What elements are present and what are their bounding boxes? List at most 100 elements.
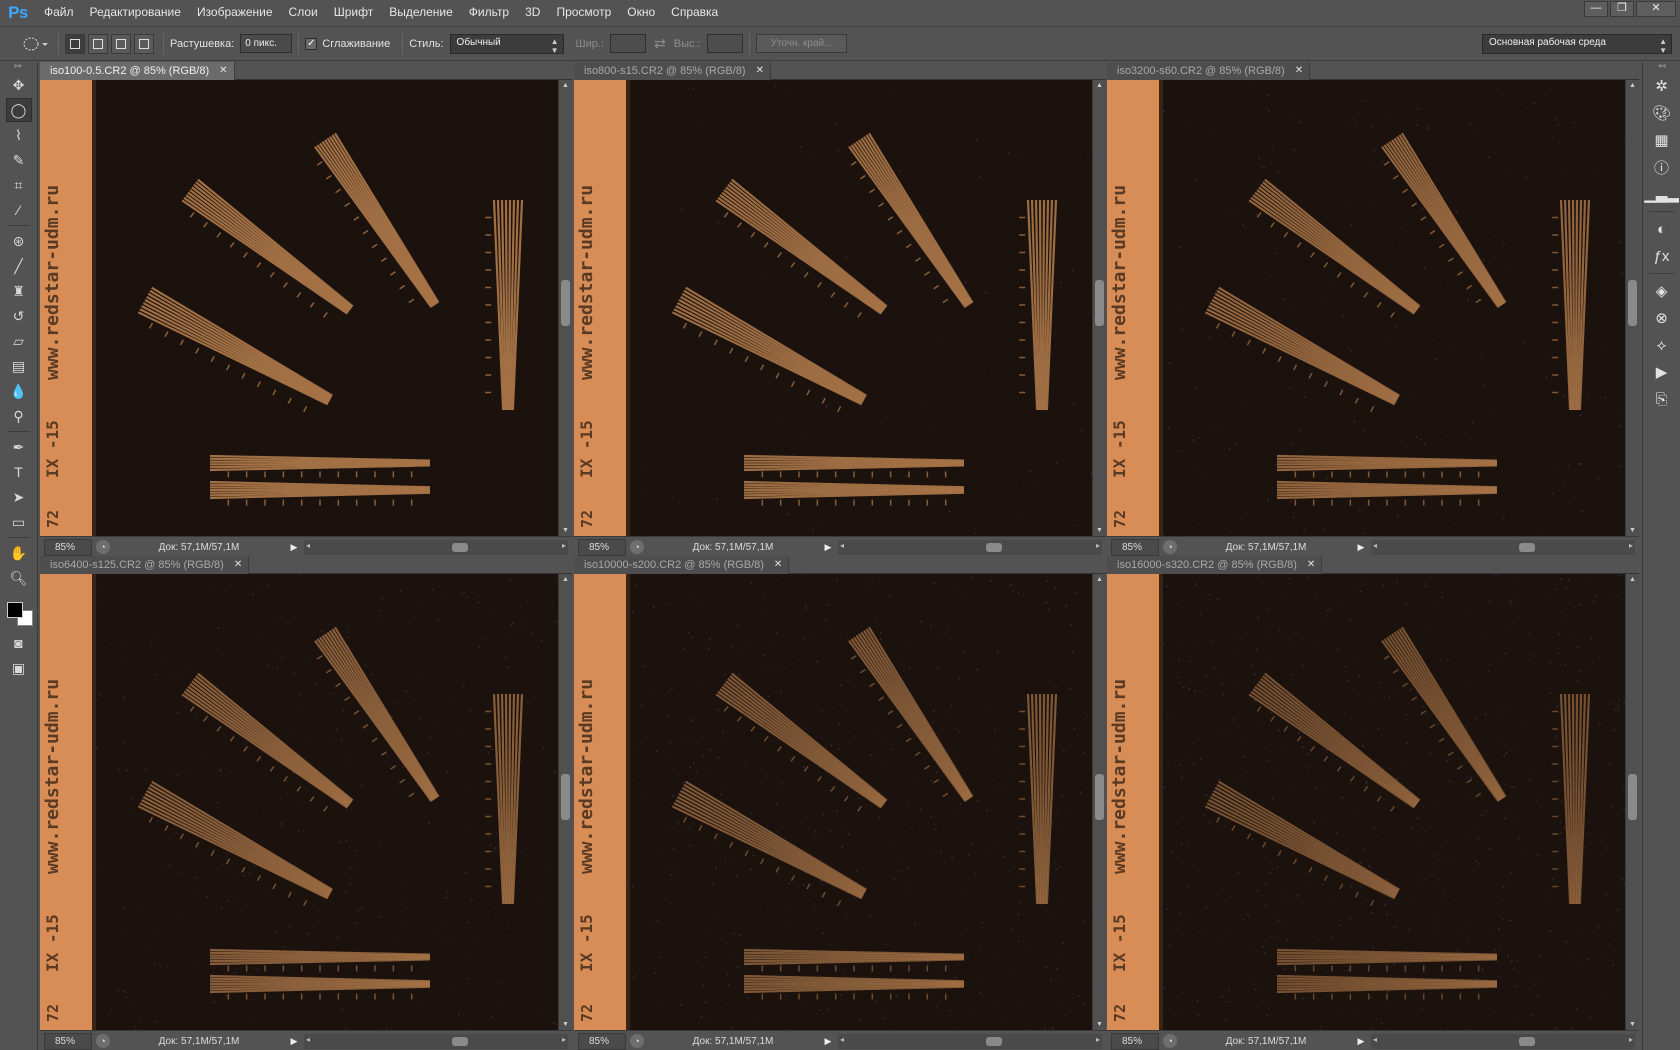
scroll-thumb[interactable] bbox=[1095, 774, 1104, 820]
zoom-level[interactable]: 85% bbox=[578, 1032, 626, 1050]
height-input[interactable] bbox=[706, 34, 743, 53]
gradient-icon[interactable]: ▤ bbox=[6, 354, 32, 378]
subtract-selection-button[interactable] bbox=[111, 33, 131, 54]
scroll-right-icon[interactable]: ▸ bbox=[562, 1035, 566, 1044]
quick-mask-icon[interactable]: ◙ bbox=[6, 631, 32, 655]
status-info-icon[interactable]: ◔ bbox=[96, 1034, 110, 1048]
scroll-up-icon[interactable]: ▲ bbox=[562, 82, 569, 89]
scroll-right-icon[interactable]: ▸ bbox=[1096, 1035, 1100, 1044]
menu-view[interactable]: Просмотр bbox=[548, 0, 619, 25]
scroll-down-icon[interactable]: ▼ bbox=[562, 527, 569, 534]
scroll-down-icon[interactable]: ▼ bbox=[562, 1021, 569, 1028]
scroll-left-icon[interactable]: ◂ bbox=[840, 1035, 844, 1044]
scroll-thumb[interactable] bbox=[1519, 542, 1535, 552]
zoom-level[interactable]: 85% bbox=[44, 1032, 92, 1050]
close-tab-icon[interactable]: ✕ bbox=[234, 559, 242, 570]
panel-collapse-icon[interactable]: ▸▸ bbox=[0, 62, 37, 72]
scroll-up-icon[interactable]: ▲ bbox=[1629, 576, 1636, 583]
image-canvas[interactable]: www.redstar-udm.ru IX -15 72 bbox=[574, 574, 1092, 1030]
brush-icon[interactable]: ╱ bbox=[6, 254, 32, 278]
scroll-thumb[interactable] bbox=[452, 1036, 468, 1046]
spot-healing-icon[interactable]: ⊛ bbox=[6, 229, 32, 253]
panel-expand-icon[interactable]: ◂◂ bbox=[1643, 62, 1680, 72]
document-tab[interactable]: iso10000-s200.CR2 @ 85% (RGB/8) ✕ bbox=[574, 555, 790, 574]
scroll-thumb[interactable] bbox=[986, 1036, 1002, 1046]
blur-icon[interactable]: 💧 bbox=[6, 379, 32, 403]
polygonal-lasso-icon[interactable]: ⌇ bbox=[6, 123, 32, 147]
minimize-button[interactable]: — bbox=[1584, 1, 1608, 17]
horizontal-scrollbar[interactable]: ◂ ▸ bbox=[304, 1033, 568, 1049]
scroll-thumb[interactable] bbox=[1628, 280, 1637, 326]
color-icon[interactable]: 🎨︎ bbox=[1648, 100, 1676, 126]
crop-icon[interactable]: ⌗ bbox=[6, 173, 32, 197]
close-tab-icon[interactable]: ✕ bbox=[756, 65, 764, 76]
scroll-right-icon[interactable]: ▸ bbox=[1629, 541, 1633, 550]
scroll-left-icon[interactable]: ◂ bbox=[306, 541, 310, 550]
status-menu-icon[interactable]: ▶ bbox=[1355, 542, 1367, 553]
scroll-thumb[interactable] bbox=[1095, 280, 1104, 326]
paths-icon[interactable]: ⟡ bbox=[1648, 332, 1676, 358]
histogram-icon[interactable]: ▁▃▂ bbox=[1644, 181, 1679, 207]
adjustments-icon[interactable]: ◐ bbox=[1648, 216, 1676, 242]
scroll-right-icon[interactable]: ▸ bbox=[1629, 1035, 1633, 1044]
zoom-level[interactable]: 85% bbox=[578, 538, 626, 556]
vertical-scrollbar[interactable]: ▲ ▼ bbox=[558, 80, 572, 536]
scroll-down-icon[interactable]: ▼ bbox=[1096, 527, 1103, 534]
clone-stamp-icon[interactable]: ♜ bbox=[6, 279, 32, 303]
menu-window[interactable]: Окно bbox=[619, 0, 663, 25]
menu-file[interactable]: Файл bbox=[36, 0, 82, 25]
scroll-thumb[interactable] bbox=[1519, 1036, 1535, 1046]
workspace-select[interactable]: Основная рабочая среда ▲ ▼ bbox=[1482, 33, 1672, 55]
image-canvas[interactable]: www.redstar-udm.ru IX -15 72 bbox=[40, 80, 558, 536]
tool-preset-picker[interactable] bbox=[18, 32, 52, 56]
navigator-icon[interactable]: ✲ bbox=[1648, 73, 1676, 99]
swap-dimensions-icon[interactable]: ⇄ bbox=[654, 35, 666, 52]
menu-help[interactable]: Справка bbox=[663, 0, 726, 25]
eyedropper-icon[interactable]: ⁄ bbox=[6, 198, 32, 222]
zoom-icon[interactable]: 🔍︎ bbox=[6, 566, 32, 590]
rectangle-shape-icon[interactable]: ▭ bbox=[6, 510, 32, 534]
scroll-left-icon[interactable]: ◂ bbox=[306, 1035, 310, 1044]
scroll-left-icon[interactable]: ◂ bbox=[1373, 541, 1377, 550]
info-icon[interactable]: ⓘ bbox=[1648, 154, 1676, 180]
scroll-thumb[interactable] bbox=[986, 542, 1002, 552]
vertical-scrollbar[interactable]: ▲ ▼ bbox=[558, 574, 572, 1030]
status-menu-icon[interactable]: ▶ bbox=[288, 1036, 300, 1047]
scroll-down-icon[interactable]: ▼ bbox=[1629, 1021, 1636, 1028]
antialias-checkbox[interactable]: ✓ bbox=[305, 37, 318, 50]
horizontal-scrollbar[interactable]: ◂ ▸ bbox=[838, 539, 1102, 555]
scroll-right-icon[interactable]: ▸ bbox=[1096, 541, 1100, 550]
image-canvas[interactable]: www.redstar-udm.ru IX -15 72 bbox=[574, 80, 1092, 536]
move-tool-icon[interactable]: ✥ bbox=[6, 73, 32, 97]
zoom-level[interactable]: 85% bbox=[1111, 538, 1159, 556]
vertical-scrollbar[interactable]: ▲ ▼ bbox=[1625, 80, 1639, 536]
scroll-right-icon[interactable]: ▸ bbox=[562, 541, 566, 550]
history-icon[interactable]: ⎘ bbox=[1648, 386, 1676, 412]
scroll-up-icon[interactable]: ▲ bbox=[1096, 576, 1103, 583]
menu-filter[interactable]: Фильтр bbox=[461, 0, 517, 25]
feather-input[interactable] bbox=[240, 34, 293, 53]
document-tab[interactable]: iso3200-s60.CR2 @ 85% (RGB/8) ✕ bbox=[1107, 61, 1311, 80]
scroll-up-icon[interactable]: ▲ bbox=[562, 576, 569, 583]
status-info-icon[interactable]: ◔ bbox=[630, 1034, 644, 1048]
quick-selection-icon[interactable]: ✎ bbox=[6, 148, 32, 172]
horizontal-scrollbar[interactable]: ◂ ▸ bbox=[1371, 539, 1635, 555]
menu-type[interactable]: Шрифт bbox=[326, 0, 381, 25]
color-swatches[interactable] bbox=[4, 596, 34, 630]
dodge-icon[interactable]: ⚲ bbox=[6, 404, 32, 428]
swatches-icon[interactable]: ▦ bbox=[1648, 127, 1676, 153]
new-selection-button[interactable] bbox=[65, 33, 85, 54]
eraser-icon[interactable]: ▱ bbox=[6, 329, 32, 353]
status-menu-icon[interactable]: ▶ bbox=[822, 542, 834, 553]
image-canvas[interactable]: www.redstar-udm.ru IX -15 72 bbox=[1107, 574, 1625, 1030]
type-icon[interactable]: T bbox=[6, 460, 32, 484]
status-info-icon[interactable]: ◔ bbox=[1163, 540, 1177, 554]
document-tab[interactable]: iso6400-s125.CR2 @ 85% (RGB/8) ✕ bbox=[40, 555, 250, 574]
scroll-left-icon[interactable]: ◂ bbox=[1373, 1035, 1377, 1044]
history-brush-icon[interactable]: ↺ bbox=[6, 304, 32, 328]
layers-icon[interactable]: ◈ bbox=[1648, 278, 1676, 304]
menu-select[interactable]: Выделение bbox=[381, 0, 461, 25]
refine-edge-button[interactable]: Уточн. край... bbox=[755, 34, 848, 53]
intersect-selection-button[interactable] bbox=[134, 33, 154, 54]
foreground-color[interactable] bbox=[6, 602, 23, 618]
